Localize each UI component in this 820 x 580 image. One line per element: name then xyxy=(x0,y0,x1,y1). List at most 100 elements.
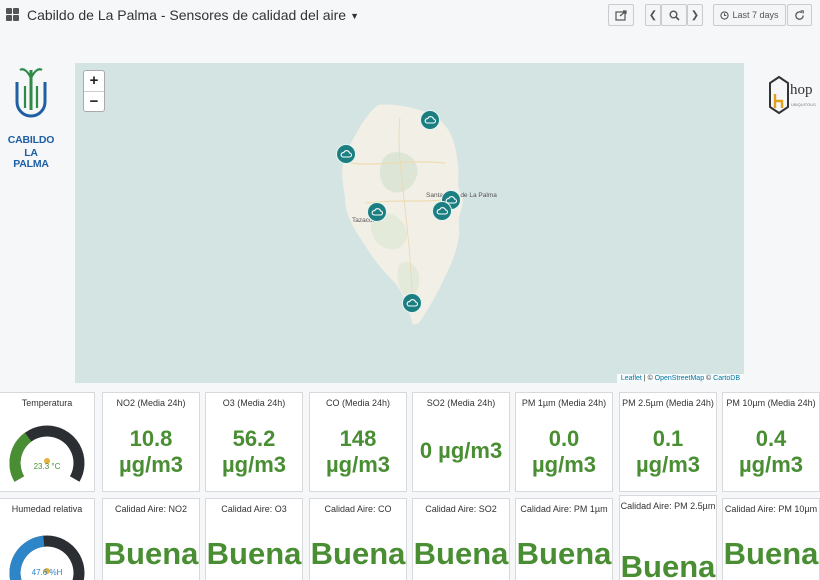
cabildo-logo-line1: CABILDO xyxy=(7,134,55,146)
air-quality-panel-so2: Calidad Aire: SO2 Buena xyxy=(412,498,510,580)
metric-value: 0.0 xyxy=(548,426,580,451)
metric-unit: µg/m3 xyxy=(635,452,701,477)
metric-panel-co: CO (Media 24h) 148 µg/m3 xyxy=(309,392,407,492)
panel-title: PM 1µm (Media 24h) xyxy=(521,398,607,408)
air-quality-panel-pm10: Calidad Aire: PM 10µm Buena xyxy=(722,498,820,580)
chevron-left-icon: ❮ xyxy=(648,9,658,21)
map-zoom-in-button[interactable]: + xyxy=(84,71,104,91)
cloud-icon xyxy=(406,299,418,307)
temperature-gauge xyxy=(9,425,85,482)
attribution-separator-2: © xyxy=(704,375,714,382)
metric-unit: µg/m3 xyxy=(325,452,391,477)
sensor-marker[interactable] xyxy=(420,110,440,130)
dashboard-title-text: Cabildo de La Palma - Sensores de calida… xyxy=(27,7,347,23)
cabildo-logo-line2: LA PALMA xyxy=(13,147,49,170)
metric-panel-so2: SO2 (Media 24h) 0 µg/m3 xyxy=(412,392,510,492)
share-button[interactable] xyxy=(608,4,634,26)
metric-value: 10.8 xyxy=(129,426,173,451)
humidity-value: 47.6 %H xyxy=(31,568,63,577)
air-quality-value: Buena xyxy=(413,536,509,571)
panel-title: CO (Media 24h) xyxy=(325,398,391,408)
clock-icon xyxy=(720,10,730,20)
refresh-button[interactable] xyxy=(787,4,812,26)
temperature-panel: Temperatura 23.3 °C xyxy=(0,392,95,492)
hop-hexagon-icon xyxy=(769,75,789,115)
sensor-marker[interactable] xyxy=(402,293,422,313)
panel-title: Calidad Aire: PM 1µm xyxy=(520,504,608,514)
gauge-fill xyxy=(9,432,32,482)
air-quality-panel-pm1: Calidad Aire: PM 1µm Buena xyxy=(515,498,613,580)
air-quality-value: Buena xyxy=(310,536,406,571)
temperature-value: 23.3 °C xyxy=(33,462,61,471)
panel-title: Calidad Aire: CO xyxy=(324,504,392,514)
search-icon xyxy=(669,10,680,21)
chevron-right-icon: ❯ xyxy=(690,9,700,21)
dashboard-title[interactable]: Cabildo de La Palma - Sensores de calida… xyxy=(27,7,359,23)
map-zoom-control: + − xyxy=(83,70,105,112)
metric-value: 0 µg/m3 xyxy=(419,438,503,463)
hop-logo-text: hop xyxy=(790,82,813,98)
panel-title: Calidad Aire: NO2 xyxy=(114,504,188,514)
panel-title: Calidad Aire: SO2 xyxy=(425,504,497,514)
cabildo-logo: CABILDO LA PALMA xyxy=(6,64,56,170)
humidity-panel: Humedad relativa 47.6 %H xyxy=(0,498,95,580)
sensor-marker[interactable] xyxy=(367,202,387,222)
metric-unit: µg/m3 xyxy=(221,452,287,477)
sensor-marker[interactable] xyxy=(432,201,452,221)
air-quality-panel-pm25: Calidad Aire: PM 2.5µm Buena xyxy=(619,495,717,580)
map-zoom-out-button[interactable]: − xyxy=(84,91,104,111)
openstreetmap-link[interactable]: OpenStreetMap xyxy=(655,375,704,382)
metric-unit: µg/m3 xyxy=(118,452,184,477)
top-bar: Cabildo de La Palma - Sensores de calida… xyxy=(0,0,820,30)
hop-ubiquitous-logo: hop UBIQUITOUS xyxy=(766,74,816,120)
panel-title: Temperatura xyxy=(21,398,73,408)
metric-panel-no2: NO2 (Media 24h) 10.8 µg/m3 xyxy=(102,392,200,492)
panel-title: PM 10µm (Media 24h) xyxy=(726,398,816,408)
air-quality-value: Buena xyxy=(516,536,612,571)
air-quality-panel-o3: Calidad Aire: O3 Buena xyxy=(205,498,303,580)
caret-down-icon: ▼ xyxy=(350,11,360,22)
panel-title: NO2 (Media 24h) xyxy=(116,398,186,408)
sensor-map[interactable]: + − Santa Cruz de La Palma Tazacorte Lea… xyxy=(75,63,744,383)
attribution-separator: | © xyxy=(641,375,655,382)
air-quality-value: Buena xyxy=(103,536,199,571)
panel-title: Humedad relativa xyxy=(11,504,83,514)
sensor-marker[interactable] xyxy=(336,144,356,164)
leaflet-link[interactable]: Leaflet xyxy=(621,375,642,382)
panel-title: Calidad Aire: PM 2.5µm xyxy=(620,501,716,511)
refresh-icon xyxy=(795,9,804,20)
zoom-out-time-button[interactable] xyxy=(661,4,687,26)
cloud-icon xyxy=(340,150,352,158)
metric-value: 148 xyxy=(339,426,377,451)
air-quality-panel-co: Calidad Aire: CO Buena xyxy=(309,498,407,580)
panel-title: PM 2.5µm (Media 24h) xyxy=(622,398,714,408)
metric-unit: µg/m3 xyxy=(531,452,597,477)
time-forward-button[interactable]: ❯ xyxy=(687,4,703,26)
metric-value: 56.2 xyxy=(232,426,276,451)
cartodb-link[interactable]: CartoDB xyxy=(713,375,740,382)
metric-value: 0.1 xyxy=(652,426,684,451)
metric-value: 0.4 xyxy=(755,426,787,451)
time-range-label: Last 7 days xyxy=(732,10,779,20)
time-back-button[interactable]: ❮ xyxy=(645,4,661,26)
air-quality-value: Buena xyxy=(723,536,819,571)
panel-title: O3 (Media 24h) xyxy=(222,398,286,408)
air-quality-value: Buena xyxy=(620,549,716,580)
panel-title: Calidad Aire: O3 xyxy=(221,504,287,514)
metric-panel-pm1: PM 1µm (Media 24h) 0.0 µg/m3 xyxy=(515,392,613,492)
metric-panel-o3: O3 (Media 24h) 56.2 µg/m3 xyxy=(205,392,303,492)
dashboard-grid-icon[interactable] xyxy=(6,8,19,21)
hop-logo-subtext: UBIQUITOUS xyxy=(791,102,816,107)
panel-title: SO2 (Media 24h) xyxy=(426,398,496,408)
share-icon xyxy=(615,9,627,21)
cloud-icon xyxy=(371,208,383,216)
cloud-icon xyxy=(436,207,448,215)
metric-panel-pm25: PM 2.5µm (Media 24h) 0.1 µg/m3 xyxy=(619,392,717,492)
cloud-icon xyxy=(424,116,436,124)
air-quality-panel-no2: Calidad Aire: NO2 Buena xyxy=(102,498,200,580)
time-range-picker[interactable]: Last 7 days xyxy=(713,4,786,26)
la-palma-island-shape xyxy=(342,104,463,326)
map-attribution: Leaflet | © OpenStreetMap © CartoDB xyxy=(616,374,744,383)
map-label-santa-cruz: Santa Cruz de La Palma xyxy=(426,192,497,199)
panel-title: Calidad Aire: PM 10µm xyxy=(724,504,818,514)
